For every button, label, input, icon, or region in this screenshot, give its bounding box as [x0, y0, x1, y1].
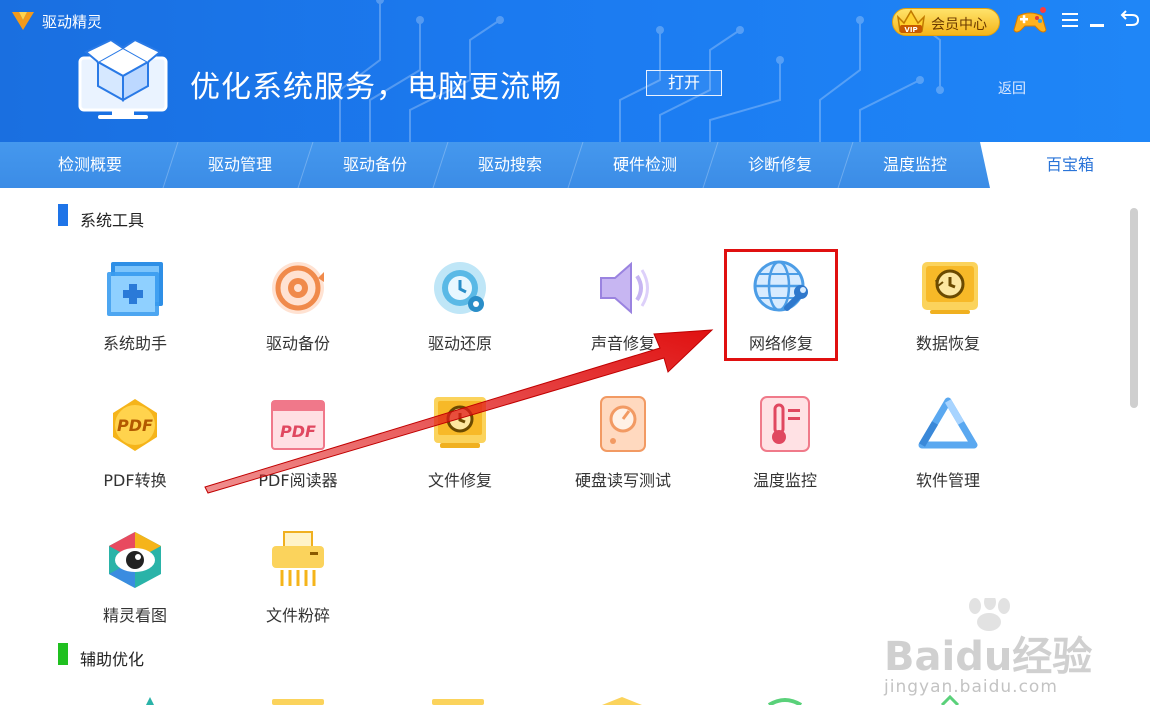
tool-label: 驱动备份 — [265, 334, 330, 353]
section-title-system-tools: 系统工具 — [80, 211, 145, 230]
minimize-icon[interactable] — [1090, 24, 1104, 27]
tab-overview[interactable]: 检测概要 — [20, 142, 160, 188]
tool-label: 驱动还原 — [427, 334, 492, 353]
tab-driver-manage[interactable]: 驱动管理 — [172, 142, 308, 188]
tab-temperature[interactable]: 温度监控 — [847, 142, 983, 188]
partial-tool-icon — [428, 690, 488, 705]
file-repair-icon — [434, 397, 486, 448]
file-shredder-icon — [272, 531, 324, 586]
tab-hardware-detect[interactable]: 硬件检测 — [577, 142, 713, 188]
partial-tool-icon — [592, 690, 652, 705]
tool-temperature-monitor[interactable]: 温度监控 — [720, 395, 850, 505]
member-center-button[interactable]: VIP 会员中心 — [892, 8, 1000, 36]
tab-toolbox[interactable]: 百宝箱 — [980, 142, 1150, 188]
tool-label: 精灵看图 — [102, 606, 167, 625]
partial-tool-icon — [268, 690, 328, 705]
pdf-convert-icon-text: PDF — [117, 416, 153, 435]
game-controller-icon[interactable] — [1012, 6, 1048, 36]
tool-file-repair[interactable]: 文件修复 — [395, 395, 525, 505]
tool-sound-repair[interactable]: 声音修复 — [558, 258, 688, 368]
watermark-url: jingyan.baidu.com — [884, 677, 1058, 697]
partial-tool-icon — [120, 690, 180, 705]
tool-driver-restore[interactable]: 驱动还原 — [395, 258, 525, 368]
hero-headline: 优化系统服务，电脑更流畅 — [190, 70, 562, 105]
tab-driver-backup[interactable]: 驱动备份 — [307, 142, 443, 188]
temperature-monitor-icon — [760, 396, 810, 452]
open-button[interactable]: 打开 — [646, 70, 722, 96]
disk-test-icon — [600, 396, 646, 452]
data-recovery-icon — [922, 262, 978, 314]
tab-diagnose-repair[interactable]: 诊断修复 — [712, 142, 848, 188]
watermark-brand: Baidu经验 — [884, 634, 1093, 680]
tool-label: 硬盘读写测试 — [574, 471, 671, 490]
tool-label: 软件管理 — [915, 471, 980, 490]
tab-driver-search[interactable]: 驱动搜索 — [442, 142, 578, 188]
section-accent-bar — [58, 204, 68, 226]
tool-label: 声音修复 — [590, 334, 655, 353]
main-tab-bar: 检测概要 驱动管理 驱动备份 驱动搜索 硬件检测 诊断修复 温度监控 百宝箱 — [0, 142, 1150, 188]
tool-software-manager[interactable]: 软件管理 — [883, 395, 1013, 505]
software-manager-icon — [918, 397, 978, 449]
menu-icon[interactable] — [1062, 12, 1078, 28]
back-link[interactable]: 返回 — [998, 78, 1026, 98]
section-accent-bar — [58, 643, 68, 665]
vip-badge-text: VIP — [904, 26, 917, 34]
image-viewer-icon — [109, 532, 161, 588]
tool-driver-backup[interactable]: 驱动备份 — [233, 258, 363, 368]
pdf-convert-icon: PDF — [113, 399, 157, 451]
member-center-label: 会员中心 — [931, 17, 987, 33]
driver-restore-icon — [434, 262, 486, 314]
partial-tool-icon — [755, 690, 815, 707]
driver-backup-icon — [272, 262, 324, 314]
tool-label: 系统助手 — [102, 334, 167, 353]
tool-disk-test[interactable]: 硬盘读写测试 — [558, 395, 688, 505]
pdf-reader-icon-text: PDF — [280, 422, 316, 441]
tool-label: 温度监控 — [752, 471, 817, 490]
tool-label: PDF阅读器 — [258, 471, 338, 490]
tool-image-viewer[interactable]: 精灵看图 — [70, 530, 200, 640]
return-icon[interactable] — [1120, 8, 1140, 28]
tool-label: 文件粉碎 — [265, 606, 330, 625]
app-header: 驱动精灵 优化系统服务，电脑更流畅 打开 返回 VIP 会员中心 — [0, 0, 1150, 142]
tool-system-assistant[interactable]: 系统助手 — [70, 258, 200, 368]
tool-pdf-convert[interactable]: PDF PDF转换 — [70, 395, 200, 505]
sound-repair-icon — [600, 261, 649, 315]
tool-pdf-reader[interactable]: PDF PDF阅读器 — [233, 395, 363, 505]
tool-data-recovery[interactable]: 数据恢复 — [883, 258, 1013, 368]
system-assistant-icon — [107, 262, 163, 316]
tool-label: PDF转换 — [103, 471, 167, 490]
service-optimize-illustration — [78, 40, 168, 119]
app-title: 驱动精灵 — [42, 13, 103, 31]
tab-toolbox-label: 百宝箱 — [1045, 155, 1094, 174]
app-logo-icon — [12, 12, 34, 30]
pdf-reader-icon: PDF — [271, 400, 325, 450]
section-title-aux-optimize: 辅助优化 — [80, 650, 145, 669]
tool-label: 数据恢复 — [915, 334, 980, 353]
highlight-box — [724, 249, 838, 361]
tool-label: 文件修复 — [427, 471, 492, 490]
scrollbar[interactable] — [1130, 208, 1138, 408]
vip-crown-icon: VIP — [896, 9, 926, 34]
tool-file-shredder[interactable]: 文件粉碎 — [233, 530, 363, 640]
